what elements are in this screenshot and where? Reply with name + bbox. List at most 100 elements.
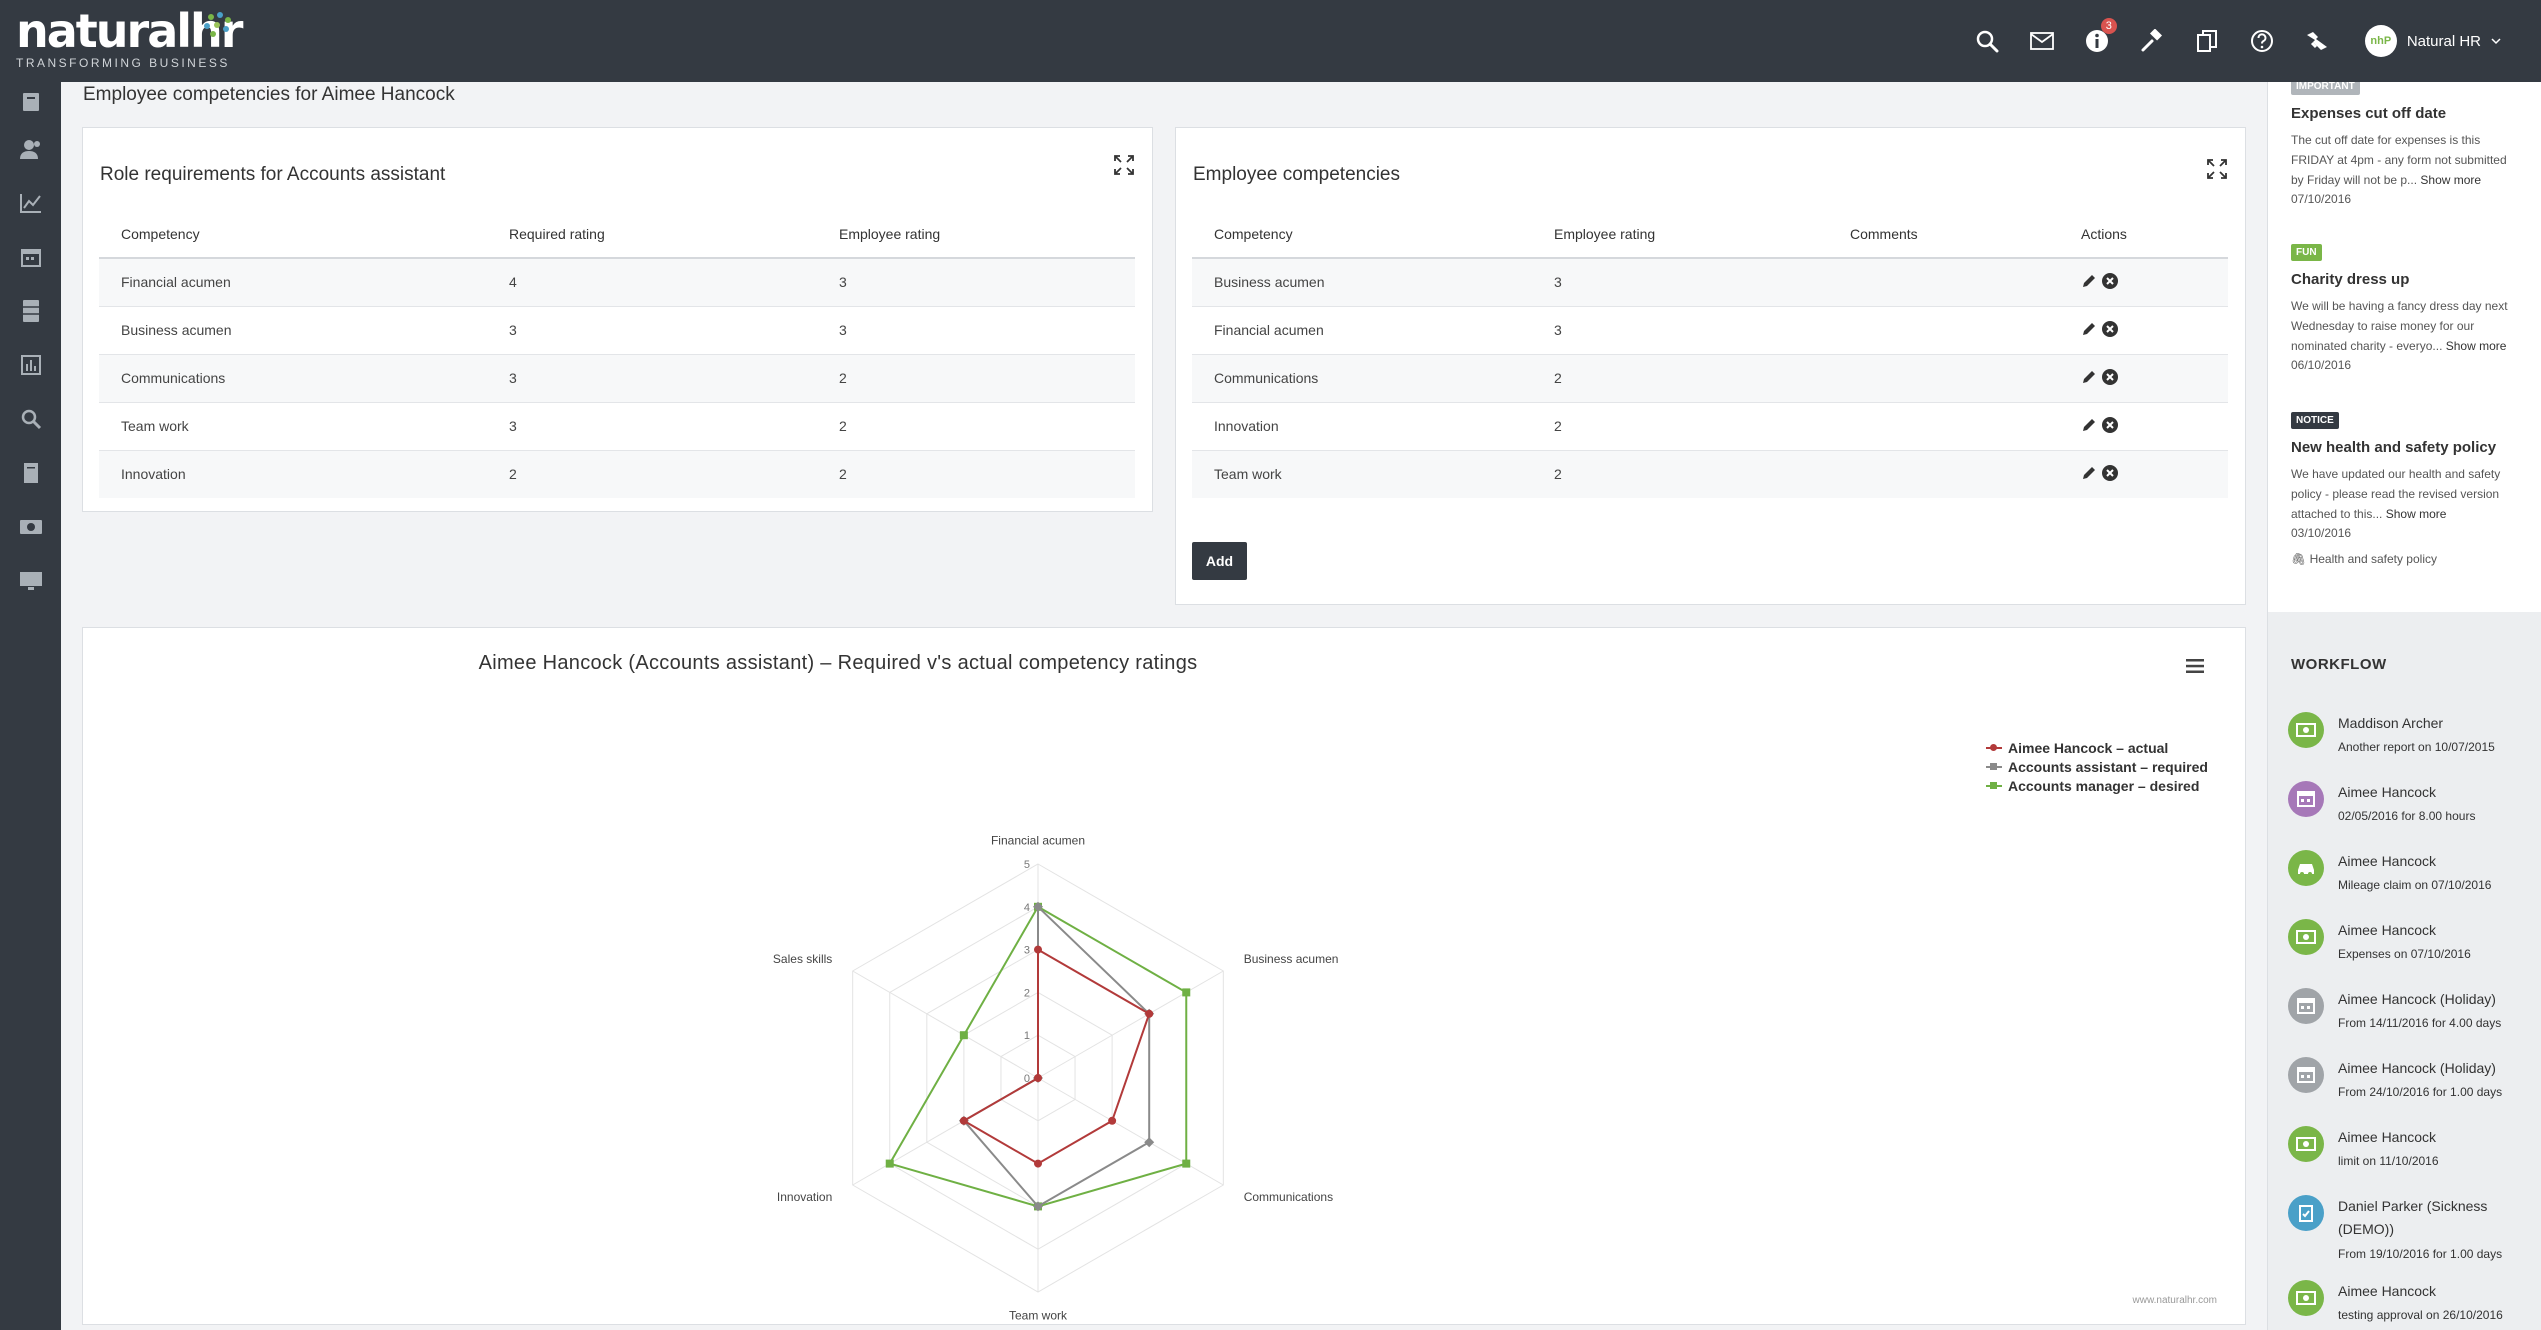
show-more-link[interactable]: Show more [2446, 339, 2507, 353]
role-requirements-table: Competency Required rating Employee rati… [99, 210, 1135, 498]
handshake-icon[interactable] [2290, 0, 2345, 82]
grid-spoke [1037, 1077, 1224, 1186]
table-cell: 3 [817, 306, 1135, 355]
calendar-icon[interactable] [0, 230, 61, 284]
notice-date: 03/10/2016 [2291, 526, 2352, 540]
actions-cell [2059, 450, 2228, 498]
edit-icon[interactable] [2081, 369, 2097, 385]
table-cell [1828, 306, 2059, 355]
table-row: Communications 3 2 [99, 354, 1135, 403]
legend-item[interactable]: Accounts assistant – required [1986, 757, 2208, 776]
workflow-detail: 02/05/2016 for 8.00 hours [2338, 809, 2476, 823]
line-chart-icon[interactable] [0, 176, 61, 230]
expand-icon[interactable] [1113, 154, 1135, 176]
money-icon [2288, 919, 2324, 955]
notice-title[interactable]: New health and safety policy [2291, 439, 2521, 456]
help-icon[interactable] [2235, 0, 2290, 82]
data-point [1182, 988, 1191, 997]
delete-icon[interactable] [2101, 416, 2119, 434]
table-row: Innovation 2 2 [99, 450, 1135, 498]
attachment-link[interactable]: 🖇 Health and safety policy [2291, 552, 2521, 566]
workflow-name: Aimee Hancock (Holiday) [2338, 1060, 2496, 1076]
info-icon[interactable]: 3 [2070, 0, 2125, 82]
legend-item[interactable]: Aimee Hancock – actual [1986, 738, 2208, 757]
notice-tag: FUN [2291, 244, 2322, 261]
category-label: Innovation [777, 1190, 832, 1204]
radial-tick-label: 1 [1024, 1030, 1030, 1042]
delete-icon[interactable] [2101, 320, 2119, 338]
notices-panel: IMPORTANT Expenses cut off date The cut … [2268, 78, 2541, 612]
add-button[interactable]: Add [1192, 542, 1247, 580]
employee-competencies-panel: Employee competencies Competency Employe… [1175, 127, 2246, 605]
cabinet-icon[interactable] [0, 284, 61, 338]
role-requirements-panel: Role requirements for Accounts assistant… [82, 127, 1153, 512]
edit-icon[interactable] [2081, 465, 2097, 481]
table-cell: Financial acumen [1192, 306, 1532, 355]
bar-chart-icon[interactable] [0, 338, 61, 392]
notice-tag: NOTICE [2291, 412, 2339, 429]
money-icon[interactable] [0, 500, 61, 554]
book-icon[interactable] [0, 82, 61, 122]
workflow-name: Aimee Hancock (Holiday) [2338, 991, 2496, 1007]
table-cell: 3 [817, 258, 1135, 307]
right-sidebar: IMPORTANT Expenses cut off date The cut … [2267, 78, 2541, 1330]
user-menu[interactable]: nhP Natural HR [2345, 0, 2541, 82]
money-icon [2288, 712, 2324, 748]
calendar-icon [2288, 988, 2324, 1024]
table-cell: Financial acumen [99, 258, 487, 307]
page-title: Employee competencies for Aimee Hancock [83, 84, 455, 105]
table-cell [1828, 402, 2059, 451]
column-header[interactable]: Employee rating [817, 210, 1135, 259]
table-cell: Business acumen [1192, 258, 1532, 307]
user-name: Natural HR [2406, 32, 2481, 50]
mail-icon[interactable] [2015, 0, 2070, 82]
table-cell: 2 [1532, 402, 1828, 451]
column-header[interactable]: Competency [99, 210, 487, 259]
calendar-icon [2288, 1057, 2324, 1093]
workflow-detail: limit on 11/10/2016 [2338, 1154, 2439, 1168]
users-icon[interactable] [0, 122, 61, 176]
column-header[interactable]: Comments [1828, 210, 2059, 259]
delete-icon[interactable] [2101, 368, 2119, 386]
data-point [1034, 1074, 1042, 1082]
edit-icon[interactable] [2081, 417, 2097, 433]
table-row: Innovation 2 [1192, 402, 2228, 451]
workflow-name: Aimee Hancock [2338, 853, 2437, 869]
column-header[interactable]: Employee rating [1532, 210, 1828, 259]
search-icon[interactable] [0, 392, 61, 446]
copy-icon[interactable] [2180, 0, 2235, 82]
notice-title[interactable]: Expenses cut off date [2291, 105, 2521, 122]
table-row: Team work 3 2 [99, 402, 1135, 451]
category-label: Sales skills [773, 952, 832, 966]
edit-icon[interactable] [2081, 273, 2097, 289]
notice-title[interactable]: Charity dress up [2291, 271, 2521, 288]
notice-item: IMPORTANT Expenses cut off date The cut … [2291, 76, 2521, 206]
table-row: Business acumen 3 [1192, 258, 2228, 307]
legend-item[interactable]: Accounts manager – desired [1986, 776, 2208, 795]
expand-icon[interactable] [2206, 158, 2228, 180]
workflow-name: Daniel Parker (Sickness (DEMO)) [2338, 1198, 2488, 1237]
search-icon[interactable] [1960, 0, 2015, 82]
table-cell: 2 [817, 354, 1135, 403]
gavel-icon[interactable] [2125, 0, 2180, 82]
data-point [1034, 1159, 1042, 1168]
show-more-link[interactable]: Show more [2386, 507, 2447, 521]
actions-cell [2059, 354, 2228, 403]
category-label: Financial acumen [991, 833, 1085, 847]
data-point [1145, 1009, 1154, 1018]
show-more-link[interactable]: Show more [2420, 173, 2481, 187]
table-row: Team work 2 [1192, 450, 2228, 498]
monitor-icon[interactable] [0, 554, 61, 608]
series-line [961, 947, 1151, 1165]
chart-credit[interactable]: www.naturalhr.com [2133, 1295, 2217, 1306]
logo[interactable]: naturalhr TRANSFORMING BUSINESS [16, 8, 243, 70]
delete-icon[interactable] [2101, 464, 2119, 482]
edit-icon[interactable] [2081, 321, 2097, 337]
radial-tick-label: 2 [1024, 987, 1030, 999]
table-cell: 2 [817, 402, 1135, 451]
column-header[interactable]: Competency [1192, 210, 1532, 259]
column-header[interactable]: Required rating [487, 210, 817, 259]
delete-icon[interactable] [2101, 272, 2119, 290]
document-icon[interactable] [0, 446, 61, 500]
workflow-detail: From 14/11/2016 for 4.00 days [2338, 1016, 2502, 1030]
